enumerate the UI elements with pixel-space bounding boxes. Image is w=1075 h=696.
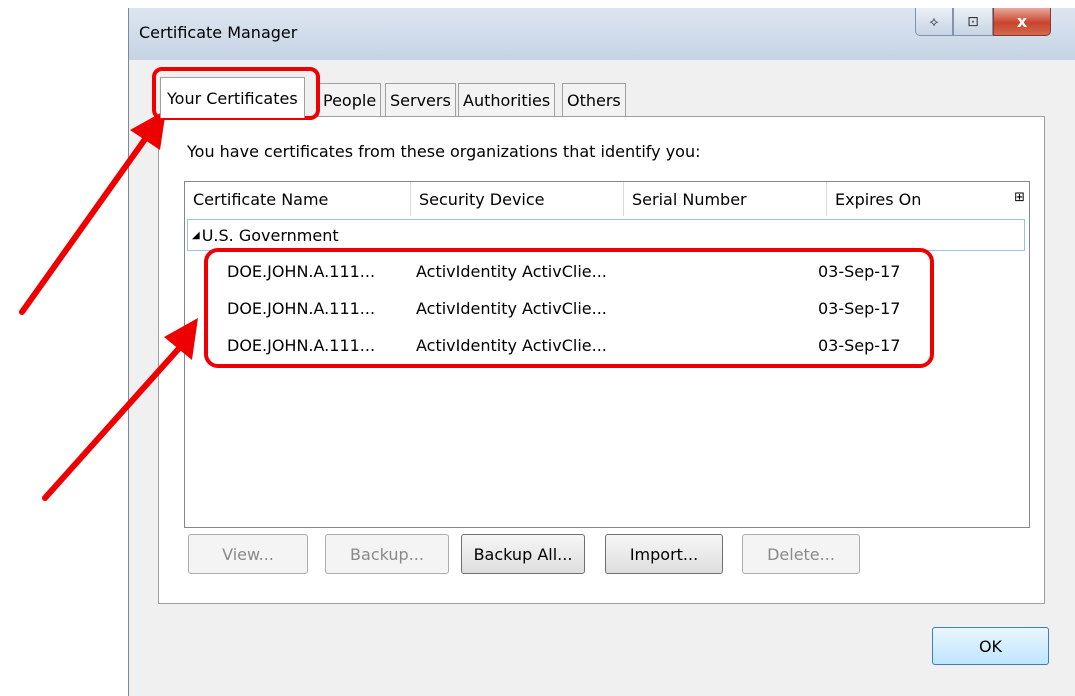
delete-button[interactable]: Delete... xyxy=(742,534,860,574)
collapse-triangle-icon[interactable]: ◢ xyxy=(192,230,200,241)
intro-text: You have certificates from these organiz… xyxy=(187,142,701,161)
restore-icon: ⊡ xyxy=(967,13,979,30)
tab-authorities[interactable]: Authorities xyxy=(458,83,556,116)
tab-your-certificates[interactable]: Your Certificates xyxy=(160,77,305,118)
tab-people[interactable]: People xyxy=(318,83,382,116)
column-header-serial-number[interactable]: Serial Number xyxy=(624,182,827,216)
tab-others[interactable]: Others xyxy=(562,83,626,116)
group-name: U.S. Government xyxy=(201,225,339,245)
close-button[interactable]: x xyxy=(993,8,1051,36)
backup-button[interactable]: Backup... xyxy=(325,534,449,574)
group-row-us-government[interactable]: ◢ U.S. Government xyxy=(187,219,1025,251)
backup-all-button[interactable]: Backup All... xyxy=(461,534,585,574)
column-header-expires-on[interactable]: Expires On xyxy=(827,182,997,216)
ok-button[interactable]: OK xyxy=(932,627,1049,665)
restore-button[interactable]: ⊡ xyxy=(953,8,993,36)
annotation-box-certificates xyxy=(204,248,934,368)
import-button[interactable]: Import... xyxy=(605,534,723,574)
window-title: Certificate Manager xyxy=(139,23,298,42)
column-header-security-device[interactable]: Security Device xyxy=(411,182,624,216)
column-picker-icon[interactable]: ⊞ xyxy=(1014,190,1025,205)
tab-servers[interactable]: Servers xyxy=(385,83,456,116)
title-bar[interactable]: Certificate Manager ⟡ ⊡ x xyxy=(129,8,1075,60)
move-button[interactable]: ⟡ xyxy=(915,8,953,36)
close-icon: x xyxy=(1016,12,1028,31)
move-icon: ⟡ xyxy=(929,13,939,30)
column-header-certificate-name[interactable]: Certificate Name xyxy=(185,182,411,216)
view-button[interactable]: View... xyxy=(188,534,308,574)
